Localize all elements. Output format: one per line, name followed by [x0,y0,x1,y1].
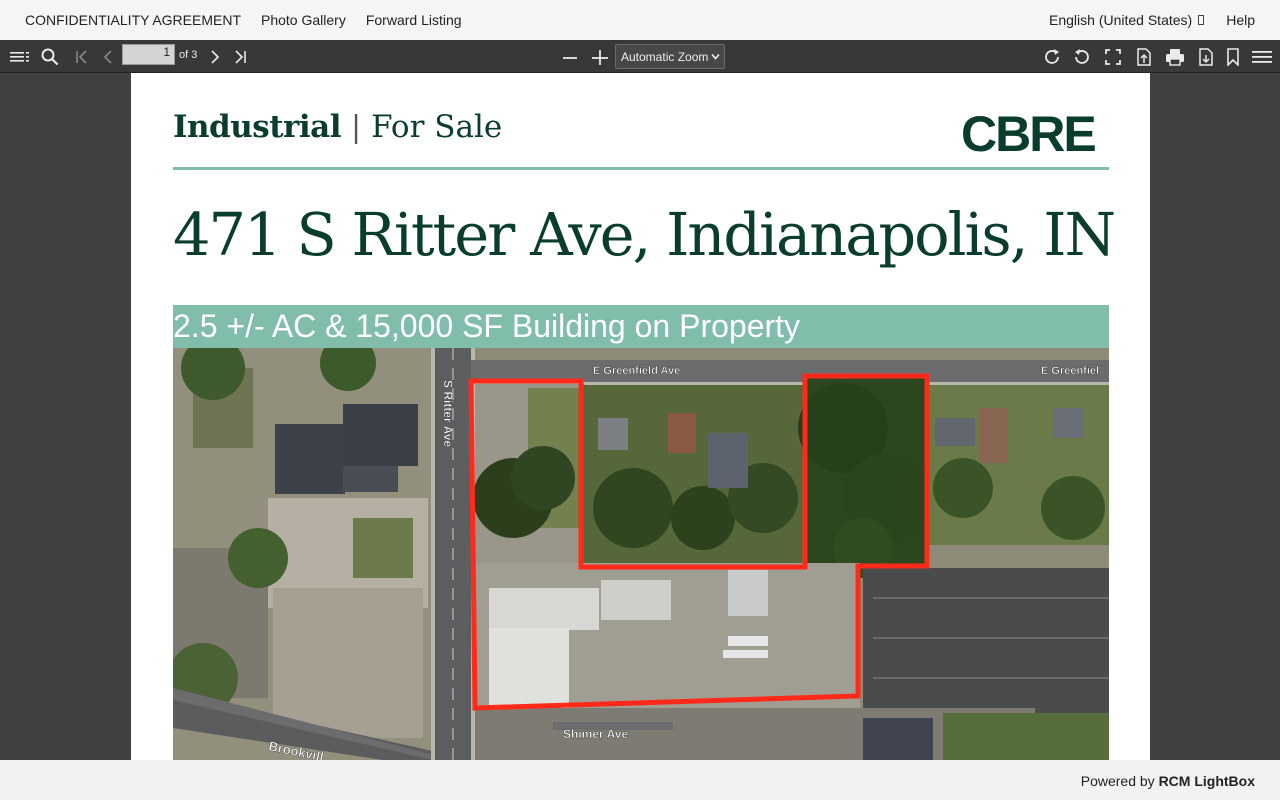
powered-by-prefix: Powered by [1080,773,1155,789]
page-number-input[interactable]: 1 [122,44,175,65]
search-icon[interactable] [38,40,62,73]
sidebar-toggle-icon[interactable] [8,40,32,73]
help-link[interactable]: Help [1226,12,1255,28]
powered-by: Powered by RCM LightBox [1081,773,1255,789]
document-page: Industrial | For Sale CBRE 471 S Ritter Av… [131,73,1150,760]
map-label-greenfield-right: E Greenfiel [1041,365,1099,377]
tools-menu-icon[interactable] [1250,40,1274,73]
zoom-select[interactable]: Automatic Zoom [615,44,725,69]
next-page-icon[interactable] [205,40,225,73]
header-divider [173,167,1109,170]
zoom-select-value: Automatic Zoom [621,49,709,64]
map-label-shimer: Shimer Ave [563,727,628,741]
aerial-map: E Greenfield Ave E Greenfiel S Ritter Av… [173,348,1109,760]
listing-header: Industrial | For Sale [173,109,502,145]
footer: Powered by RCM LightBox [0,760,1280,800]
top-nav: CONFIDENTIALITY AGREEMENT Photo Gallery … [0,0,1280,40]
pdf-toolbar: 1 of 3 Automatic Zoom [0,40,1280,73]
zoom-in-icon[interactable] [590,40,610,73]
last-page-icon[interactable] [229,40,251,73]
zoom-out-icon[interactable] [560,40,580,73]
chevron-down-icon [711,53,720,60]
rotate-clockwise-icon[interactable] [1040,40,1064,73]
fullscreen-icon[interactable] [1102,40,1124,73]
property-banner: 2.5 +/- AC & 15,000 SF Building on Prope… [173,305,1109,348]
property-address: 471 S Ritter Ave, Indianapolis, IN [173,200,1116,269]
page-count: of 3 [179,49,198,61]
listing-category: Industrial [173,109,342,145]
nav-link-forward-listing[interactable]: Forward Listing [366,12,462,28]
open-file-icon[interactable] [1133,40,1155,73]
map-label-greenfield: E Greenfield Ave [593,365,680,377]
bookmark-icon[interactable] [1223,40,1243,73]
header-separator: | [351,110,362,145]
powered-by-brand[interactable]: RCM LightBox [1159,773,1255,789]
previous-page-icon[interactable] [98,40,118,73]
document-viewer[interactable]: Industrial | For Sale CBRE 471 S Ritter Av… [0,73,1280,760]
nav-link-photo-gallery[interactable]: Photo Gallery [261,12,346,28]
language-selector[interactable]: English (United States) [1049,12,1205,28]
print-icon[interactable] [1163,40,1187,73]
language-label: English (United States) [1049,12,1193,28]
nav-link-confidentiality[interactable]: CONFIDENTIALITY AGREEMENT [25,12,241,28]
cbre-logo: CBRE [961,106,1097,162]
rotate-counterclockwise-icon[interactable] [1070,40,1094,73]
download-icon[interactable] [1195,40,1217,73]
first-page-icon[interactable] [72,40,92,73]
map-label-ritter: S Ritter Ave [441,380,455,447]
listing-status: For Sale [371,109,503,145]
language-icon [1198,15,1205,25]
